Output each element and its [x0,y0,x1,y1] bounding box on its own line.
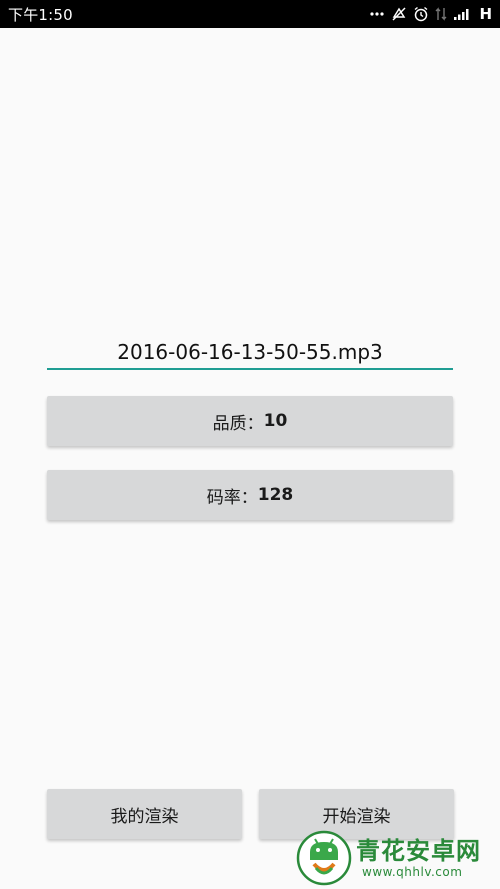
watermark-title: 青花安卓网 [356,836,481,865]
status-icons: H [369,5,492,23]
status-bar: 下午1:50 H [0,0,500,28]
bitrate-button[interactable]: 码率： 128 [47,470,453,520]
my-renders-button[interactable]: 我的渲染 [47,789,242,839]
watermark-text: 青花安卓网 www.qhhlv.com [356,837,481,879]
start-render-button[interactable]: 开始渲染 [259,789,454,839]
sync-off-icon [391,6,407,22]
quality-value: 10 [263,411,288,431]
quality-label: 品质： [212,413,264,434]
app-screen: 下午1:50 H 2016-06-16-13-50-55.mp3 品质： 10 … [0,0,500,889]
signal-icon [453,6,471,22]
filename-input[interactable]: 2016-06-16-13-50-55.mp3 [47,336,453,370]
mute-icon [369,6,385,22]
quality-button[interactable]: 品质： 10 [47,396,453,446]
bitrate-value: 128 [257,485,294,505]
network-type: H [479,5,492,23]
watermark-url: www.qhhlv.com [362,864,463,879]
bitrate-label: 码率： [206,487,258,508]
alarm-icon [413,6,429,22]
status-time: 下午1:50 [8,5,73,24]
data-transfer-icon [435,6,447,22]
